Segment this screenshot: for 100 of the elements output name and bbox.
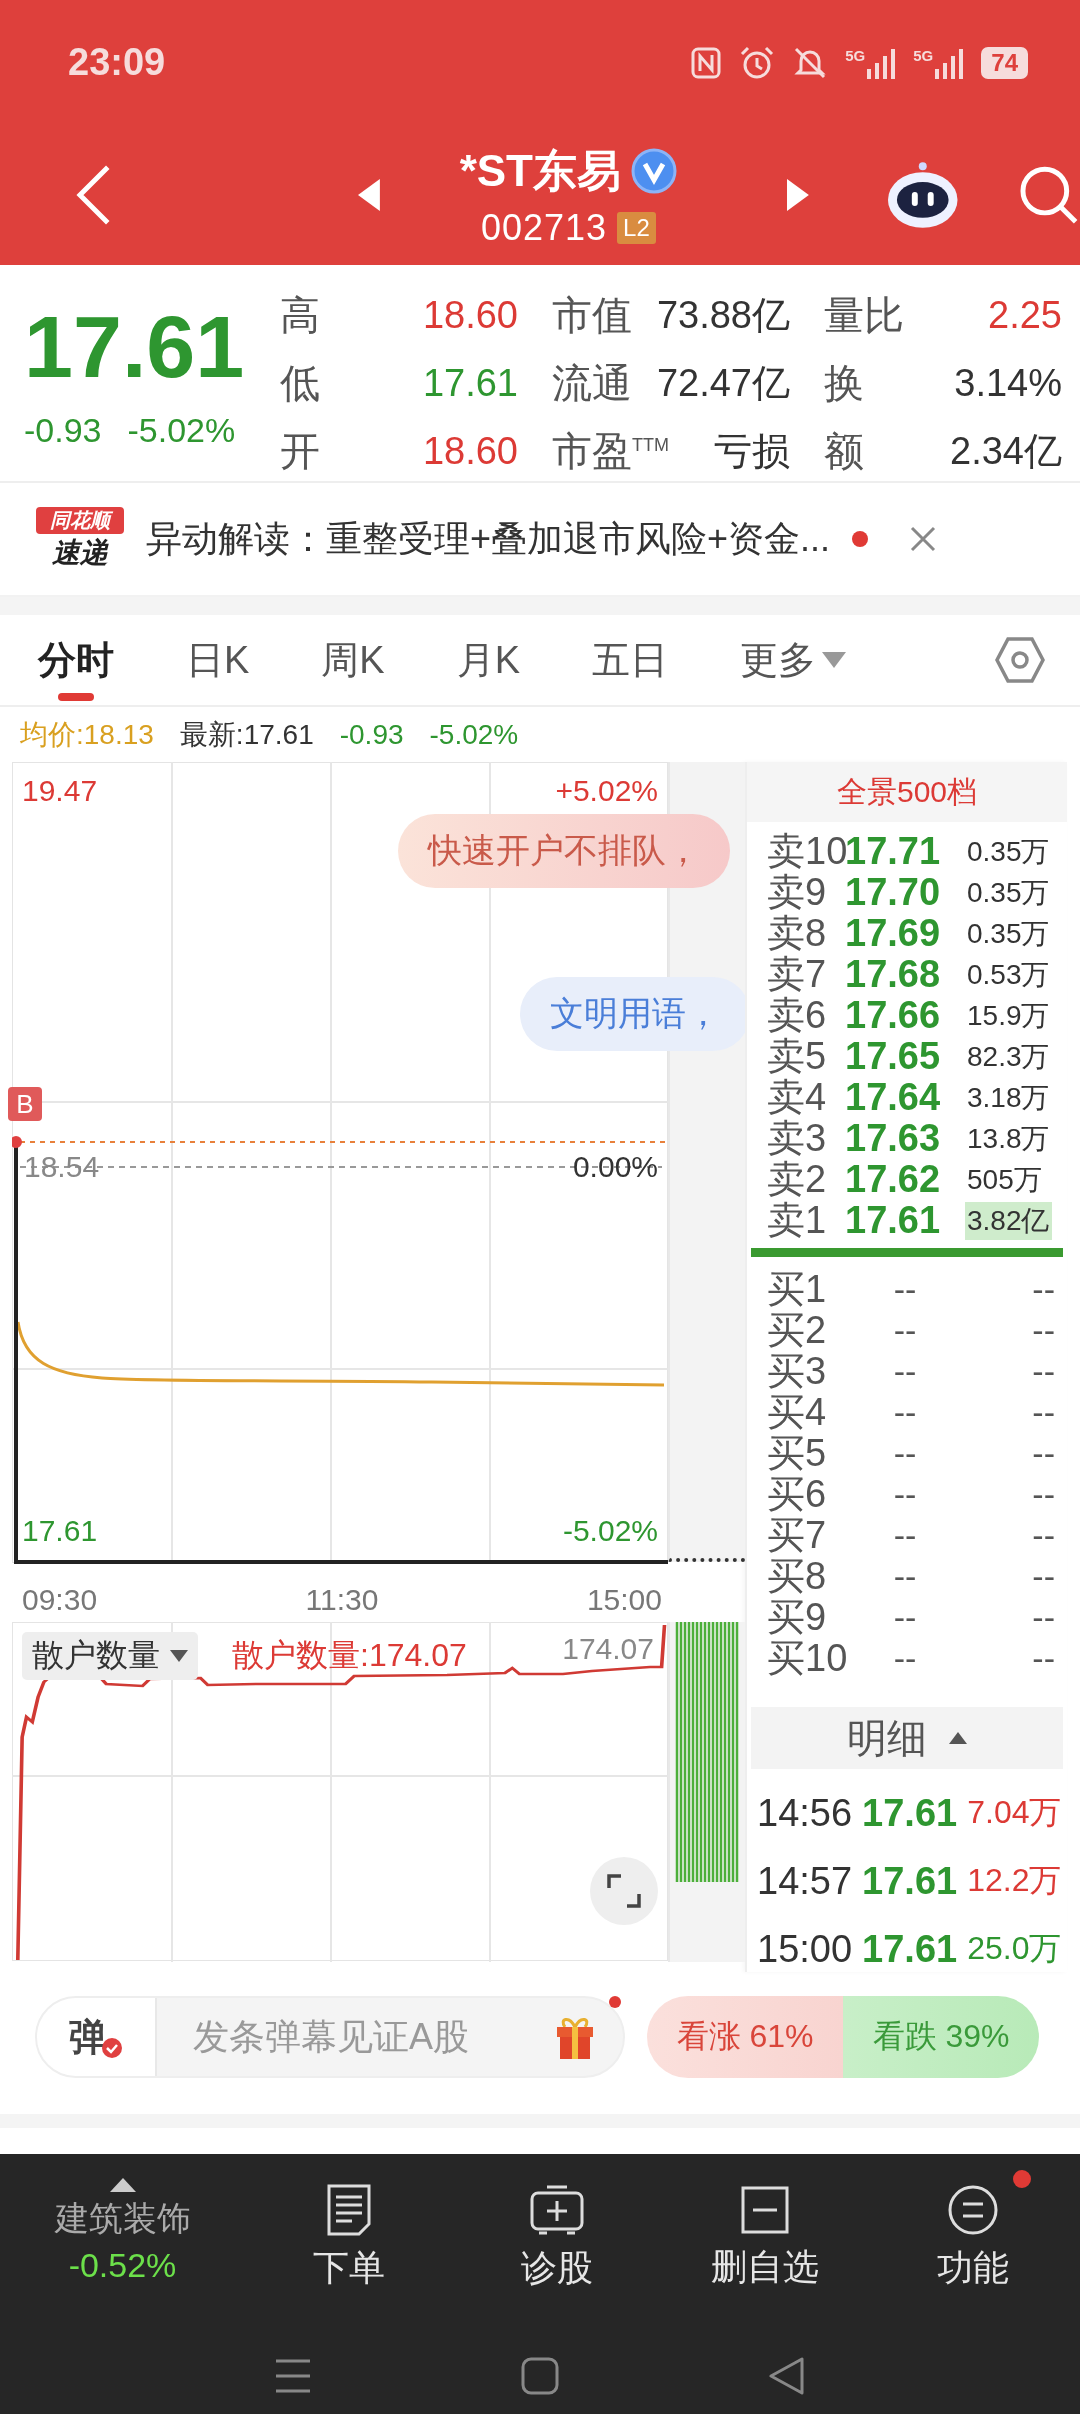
trade-volume: 12.2万: [967, 1861, 1062, 1900]
ask-price: 17.71: [845, 830, 942, 873]
stat-value: 亏损: [714, 428, 790, 474]
back-icon[interactable]: [767, 2357, 806, 2395]
bid-level: 买3: [767, 1351, 828, 1392]
stat-label: 量比: [824, 291, 904, 339]
status-time: 23:09: [68, 41, 166, 84]
ask-volume: 13.8万: [966, 1121, 1051, 1156]
trade-time: 15:00: [757, 1927, 853, 1971]
ask-level: 卖10: [767, 831, 845, 872]
bid-level: 买10: [767, 1638, 845, 1679]
trade-price: 17.61: [862, 1927, 958, 1971]
ask-level: 卖9: [767, 872, 828, 913]
indicator-reading: 散户数量:174.07: [232, 1636, 467, 1675]
chart-tab[interactable]: 日K: [186, 615, 250, 705]
order-book-title[interactable]: 全景500档: [747, 762, 1067, 822]
indicator-dropdown[interactable]: 散户数量: [22, 1632, 198, 1680]
stat-label: 额: [824, 427, 864, 475]
axis-label: +5.02%: [555, 774, 658, 808]
bid-level: 买4: [767, 1392, 828, 1433]
buy-marker: B: [8, 1087, 42, 1121]
news-headline[interactable]: 异动解读：重整受理+叠加退市风险+资金...: [146, 514, 831, 564]
stat-label: 高: [280, 291, 320, 339]
level-badge: L2: [617, 211, 656, 244]
last-price: 17.61: [24, 296, 246, 398]
menu-icon: [947, 2184, 999, 2236]
bid-level: 买1: [767, 1269, 828, 1310]
ask-price: 17.63: [845, 1117, 942, 1160]
nav-item[interactable]: 功能: [869, 2170, 1077, 2293]
bid-price: --: [892, 1475, 918, 1514]
bid-price: --: [892, 1557, 918, 1596]
chart-tab[interactable]: 月K: [456, 615, 521, 705]
ask-volume: 3.82亿: [965, 1201, 1052, 1240]
price-info: 均价:18.13: [20, 717, 154, 752]
bid-level: 买6: [767, 1474, 828, 1515]
axis-label: 19.47: [22, 774, 98, 808]
chat-bubble: 快速开户不排队，: [398, 814, 730, 888]
ask-price: 17.62: [845, 1158, 942, 1201]
chart-tab[interactable]: 分时: [38, 615, 114, 705]
search-icon[interactable]: [1018, 164, 1080, 226]
comment-input[interactable]: 发条弹幕见证A股: [157, 2015, 551, 2059]
sector-name[interactable]: 建筑装饰: [54, 2196, 191, 2242]
medical-kit-icon: [529, 2184, 585, 2236]
axis-label: 174.07: [562, 1632, 654, 1666]
axis-label: 18.54: [24, 1150, 100, 1184]
trade-price: 17.61: [862, 1859, 958, 1903]
ask-volume: 15.9万: [966, 998, 1051, 1033]
chart-tab[interactable]: 更多: [740, 615, 847, 705]
ask-volume: 3.18万: [966, 1080, 1051, 1115]
stat-value: 2.25: [988, 293, 1062, 337]
danmu-badge: 弹: [37, 1998, 157, 2076]
caret-icon: [109, 2178, 136, 2192]
ask-level: 卖8: [767, 913, 828, 954]
bid-volume: --: [1031, 1434, 1056, 1473]
time-label: 11:30: [305, 1582, 379, 1617]
chart-tab[interactable]: 周K: [321, 615, 385, 705]
bid-volume: --: [1031, 1393, 1056, 1432]
bid-price: --: [892, 1311, 918, 1350]
bid-volume: --: [1031, 1516, 1056, 1555]
stock-title: *ST东易: [459, 144, 621, 197]
bid-price: --: [892, 1516, 918, 1555]
price-change: -0.93: [24, 411, 102, 450]
trade-detail-header[interactable]: 明细: [751, 1707, 1063, 1769]
ask-level: 卖3: [767, 1118, 828, 1159]
close-icon[interactable]: [910, 526, 937, 552]
previous-stock-icon[interactable]: [357, 179, 380, 211]
settings-icon[interactable]: [995, 637, 1045, 683]
ask-price: 17.61: [845, 1199, 942, 1242]
ask-volume: 0.53万: [966, 957, 1051, 992]
chart-tab[interactable]: 五日: [592, 615, 669, 705]
nav-item[interactable]: 删自选: [661, 2171, 869, 2292]
caret-icon: [949, 1732, 967, 1744]
danmu-field[interactable]: 弹 发条弹幕见证A股: [35, 1996, 625, 2078]
nav-item[interactable]: 下单: [245, 2170, 453, 2293]
bid-level: 买8: [767, 1556, 828, 1597]
sector-change: -0.52%: [68, 2246, 177, 2285]
stat-label: 市盈$^{TTM}$: [552, 427, 669, 475]
bid-volume: --: [1031, 1475, 1056, 1514]
ask-price: 17.66: [845, 994, 942, 1037]
check-icon: [101, 2037, 123, 2059]
stock-code: 002713: [480, 206, 608, 249]
home-icon[interactable]: [521, 2357, 559, 2395]
ask-level: 卖7: [767, 954, 828, 995]
axis-label: -5.02%: [562, 1514, 658, 1548]
ask-price: 17.68: [845, 953, 942, 996]
ask-level: 卖6: [767, 995, 828, 1036]
stat-label: 流通: [552, 359, 632, 407]
ask-price: 17.70: [845, 871, 942, 914]
nav-item[interactable]: 诊股: [453, 2170, 661, 2293]
stat-label: 换: [824, 359, 864, 407]
stat-value: 17.61: [422, 361, 518, 405]
bid-volume: --: [1031, 1639, 1056, 1678]
ask-level: 卖5: [767, 1036, 828, 1077]
stat-label: 开: [280, 427, 320, 475]
next-stock-icon[interactable]: [787, 179, 809, 211]
axis-label: 17.61: [22, 1514, 98, 1548]
menu-icon[interactable]: [274, 2358, 313, 2394]
ask-volume: 0.35万: [966, 916, 1051, 951]
stat-value: 18.60: [422, 293, 518, 337]
bid-level: 买9: [767, 1597, 828, 1638]
